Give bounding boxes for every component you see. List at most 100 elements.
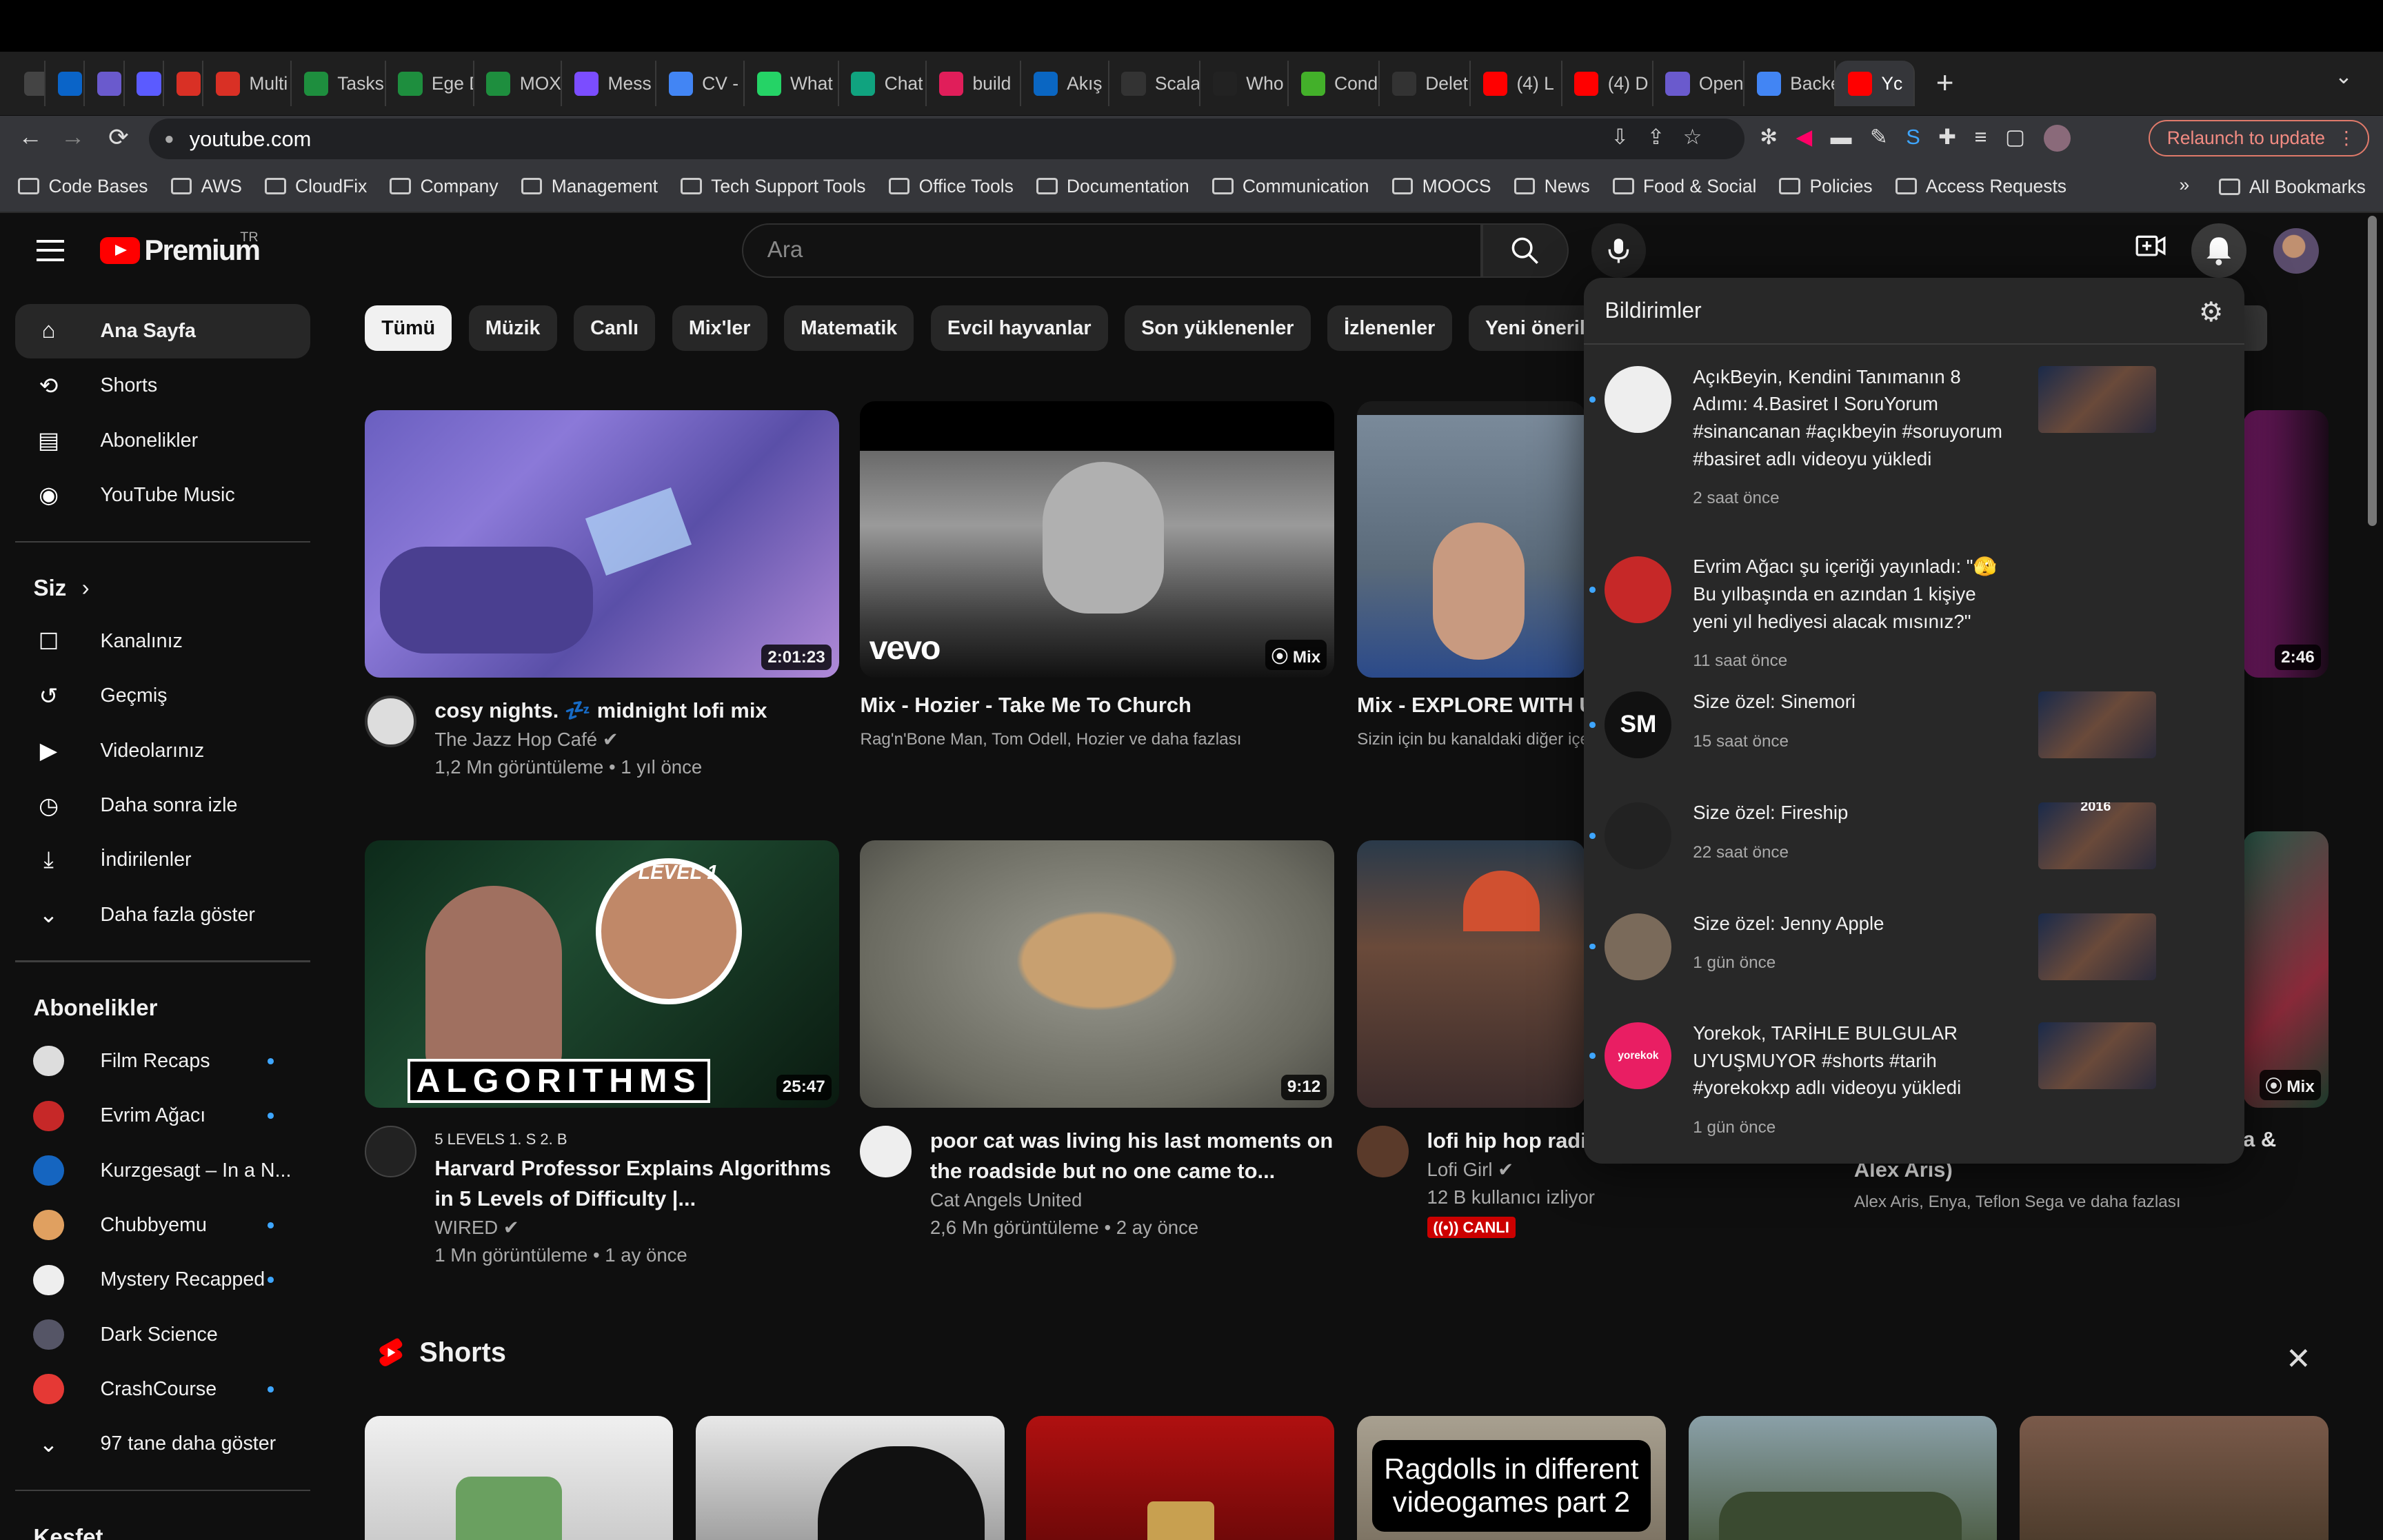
page-scrollbar[interactable] bbox=[2366, 213, 2379, 1540]
search-input[interactable]: Ara bbox=[741, 223, 1482, 278]
video-card[interactable]: lofi hip hop radic relax/study to Lofi G… bbox=[1357, 840, 1595, 1239]
extension-icon[interactable]: S bbox=[1906, 125, 1920, 152]
search-button[interactable] bbox=[1481, 223, 1569, 278]
browser-tab[interactable]: build bbox=[927, 61, 1021, 107]
sidebar-item[interactable]: Evrim Ağacı bbox=[15, 1088, 310, 1143]
bookmark-folder[interactable]: Management bbox=[521, 176, 658, 197]
video-title[interactable]: lofi hip hop radic relax/study to bbox=[1427, 1126, 1589, 1156]
sidebar-item[interactable]: Mystery Recapped bbox=[15, 1253, 310, 1307]
sidebar-item[interactable]: ↺ Geçmiş bbox=[15, 669, 310, 723]
bookmark-folder[interactable]: Communication bbox=[1211, 176, 1369, 197]
close-icon[interactable]: ✕ bbox=[2286, 1341, 2311, 1377]
sidebar-item[interactable]: Film Recaps bbox=[15, 1034, 310, 1088]
notification-thumbnail[interactable]: 2016 bbox=[2038, 802, 2157, 869]
bookmark-folder[interactable]: AWS bbox=[170, 176, 242, 197]
browser-tab[interactable]: Backe bbox=[1744, 61, 1836, 107]
browser-tab[interactable] bbox=[46, 61, 86, 107]
forward-button[interactable]: → bbox=[52, 123, 94, 151]
bookmark-folder[interactable]: Access Requests bbox=[1895, 176, 2067, 197]
video-title[interactable]: Mix - Hozier - Take Me To Church bbox=[860, 690, 1334, 720]
browser-tab[interactable] bbox=[125, 61, 164, 107]
browser-tab[interactable]: Yc✕ bbox=[1836, 61, 1915, 107]
short-card[interactable] bbox=[364, 1416, 674, 1540]
video-title[interactable]: Mix - EXPLORE WITH U bbox=[1357, 690, 1585, 720]
video-thumbnail[interactable]: 2:01:23 bbox=[364, 410, 839, 678]
bookmark-folder[interactable]: Tech Support Tools bbox=[681, 176, 866, 197]
install-icon[interactable]: ⇩ bbox=[1611, 125, 1629, 150]
relaunch-button[interactable]: Relaunch to update ⋮ bbox=[2149, 120, 2369, 156]
address-bar[interactable]: ● youtube.com bbox=[148, 118, 1745, 160]
sidebar-item[interactable]: ⌂ Ana Sayfa bbox=[15, 303, 310, 359]
share-icon[interactable]: ⇪ bbox=[1647, 125, 1665, 150]
browser-tab[interactable]: Who bbox=[1200, 61, 1289, 107]
filter-chip[interactable]: Müzik bbox=[468, 305, 557, 352]
back-button[interactable]: ← bbox=[9, 123, 52, 151]
filter-chip[interactable]: Mix'ler bbox=[672, 305, 767, 352]
bookmark-folder[interactable]: Office Tools bbox=[888, 176, 1014, 197]
sidebar-item[interactable]: Chubbyemu bbox=[15, 1198, 310, 1253]
sidebar-item[interactable]: ⟲ Shorts bbox=[15, 358, 310, 413]
browser-tab[interactable]: (4) L bbox=[1471, 61, 1562, 107]
bookmarks-overflow-button[interactable]: » bbox=[2180, 174, 2190, 196]
all-bookmarks-button[interactable]: All Bookmarks bbox=[2218, 176, 2366, 198]
browser-tab[interactable]: Tasks bbox=[292, 61, 386, 107]
settings-gear-icon[interactable]: ⚙ bbox=[2199, 296, 2224, 328]
site-info-icon[interactable]: ● bbox=[164, 130, 174, 149]
channel-avatar[interactable] bbox=[1605, 913, 1672, 980]
channel-avatar[interactable] bbox=[364, 1126, 416, 1178]
sidebar-item[interactable]: ▤ Abonelikler bbox=[15, 413, 310, 467]
browser-tab[interactable]: MOX- bbox=[474, 61, 563, 107]
short-card[interactable] bbox=[1025, 1416, 1335, 1540]
sidebar-item[interactable]: ⌄ 97 tane daha göster bbox=[15, 1417, 310, 1471]
short-card[interactable] bbox=[1688, 1416, 1998, 1540]
video-thumbnail[interactable]: vevo ⦿ Mix bbox=[860, 401, 1335, 678]
new-tab-button[interactable]: + bbox=[1936, 66, 1954, 101]
video-card[interactable]: 2:01:23 cosy nights. 💤 midnight lofi mix… bbox=[364, 410, 839, 781]
filter-chip[interactable]: Son yüklenenler bbox=[1124, 305, 1311, 352]
browser-tab[interactable]: What bbox=[745, 61, 839, 107]
channel-name[interactable]: Lofi Girl ✔ bbox=[1427, 1156, 1595, 1184]
filter-chip[interactable]: İzlenenler bbox=[1327, 305, 1452, 352]
browser-tab[interactable] bbox=[12, 61, 46, 107]
bookmark-folder[interactable]: CloudFix bbox=[264, 176, 367, 197]
short-card[interactable] bbox=[696, 1416, 1005, 1540]
short-card[interactable]: Ragdolls in different videogames part 2 bbox=[1357, 1416, 1666, 1540]
puzzle-icon[interactable]: ✚ bbox=[1938, 125, 1956, 152]
video-thumbnail[interactable] bbox=[1357, 840, 1585, 1108]
video-card[interactable]: ⦿ Mix bbox=[2243, 831, 2329, 1108]
video-thumbnail[interactable]: ⦿ Mix bbox=[2243, 831, 2329, 1108]
channel-avatar[interactable] bbox=[1605, 802, 1672, 869]
browser-tab[interactable]: Ege D bbox=[386, 61, 474, 107]
filter-chip[interactable]: Tümü bbox=[364, 305, 452, 352]
sidebar-item[interactable]: ◉ YouTube Music bbox=[15, 468, 310, 523]
notification-thumbnail[interactable] bbox=[2038, 366, 2157, 434]
sidebar-item[interactable]: ⤓ İndirilenler bbox=[15, 833, 310, 887]
browser-tab[interactable]: Delet bbox=[1380, 61, 1471, 107]
account-avatar[interactable] bbox=[2273, 227, 2320, 274]
browser-tab[interactable]: Cond bbox=[1289, 61, 1380, 107]
menu-icon[interactable]: ⋮ bbox=[2337, 121, 2355, 154]
channel-name[interactable]: The Jazz Hop Café ✔ bbox=[434, 726, 767, 753]
notification-thumbnail[interactable] bbox=[2038, 913, 2157, 980]
video-thumbnail[interactable]: 9:12 bbox=[860, 840, 1335, 1108]
sidebar-item[interactable]: CrashCourse bbox=[15, 1362, 310, 1417]
video-card[interactable]: Mix - EXPLORE WITH U Sizin için bu kanal… bbox=[1357, 401, 1585, 753]
video-card[interactable]: vevo ⦿ Mix Mix - Hozier - Take Me To Chu… bbox=[860, 401, 1335, 753]
sidebar-item[interactable]: ▶ Videolarınız bbox=[15, 724, 310, 778]
eyedropper-icon[interactable]: ✎ bbox=[1870, 125, 1888, 152]
extension-icon[interactable]: ✻ bbox=[1760, 125, 1778, 152]
channel-avatar[interactable] bbox=[1357, 1126, 1409, 1178]
profile-avatar[interactable] bbox=[2043, 124, 2071, 152]
create-video-icon[interactable] bbox=[2135, 234, 2166, 265]
video-card[interactable]: LEVEL 1 ALGORITHMS 25:47 5 LEVELS 1. S 2… bbox=[364, 840, 839, 1269]
browser-tab[interactable]: CV - bbox=[656, 61, 745, 107]
sidebar-item[interactable]: ⌄ Daha fazla göster bbox=[15, 888, 310, 942]
reading-list-icon[interactable]: ≡ bbox=[1975, 125, 1987, 152]
channel-avatar[interactable]: yorekok bbox=[1605, 1022, 1672, 1090]
sidebar-item[interactable]: Dark Science bbox=[15, 1307, 310, 1361]
browser-tab[interactable]: Scala bbox=[1109, 61, 1201, 107]
video-title[interactable]: poor cat was living his last moments on … bbox=[930, 1126, 1334, 1186]
video-card[interactable]: 9:12 poor cat was living his last moment… bbox=[860, 840, 1335, 1242]
video-thumbnail[interactable]: 2:46 bbox=[2243, 410, 2329, 678]
you-heading[interactable]: Siz › bbox=[15, 560, 310, 614]
